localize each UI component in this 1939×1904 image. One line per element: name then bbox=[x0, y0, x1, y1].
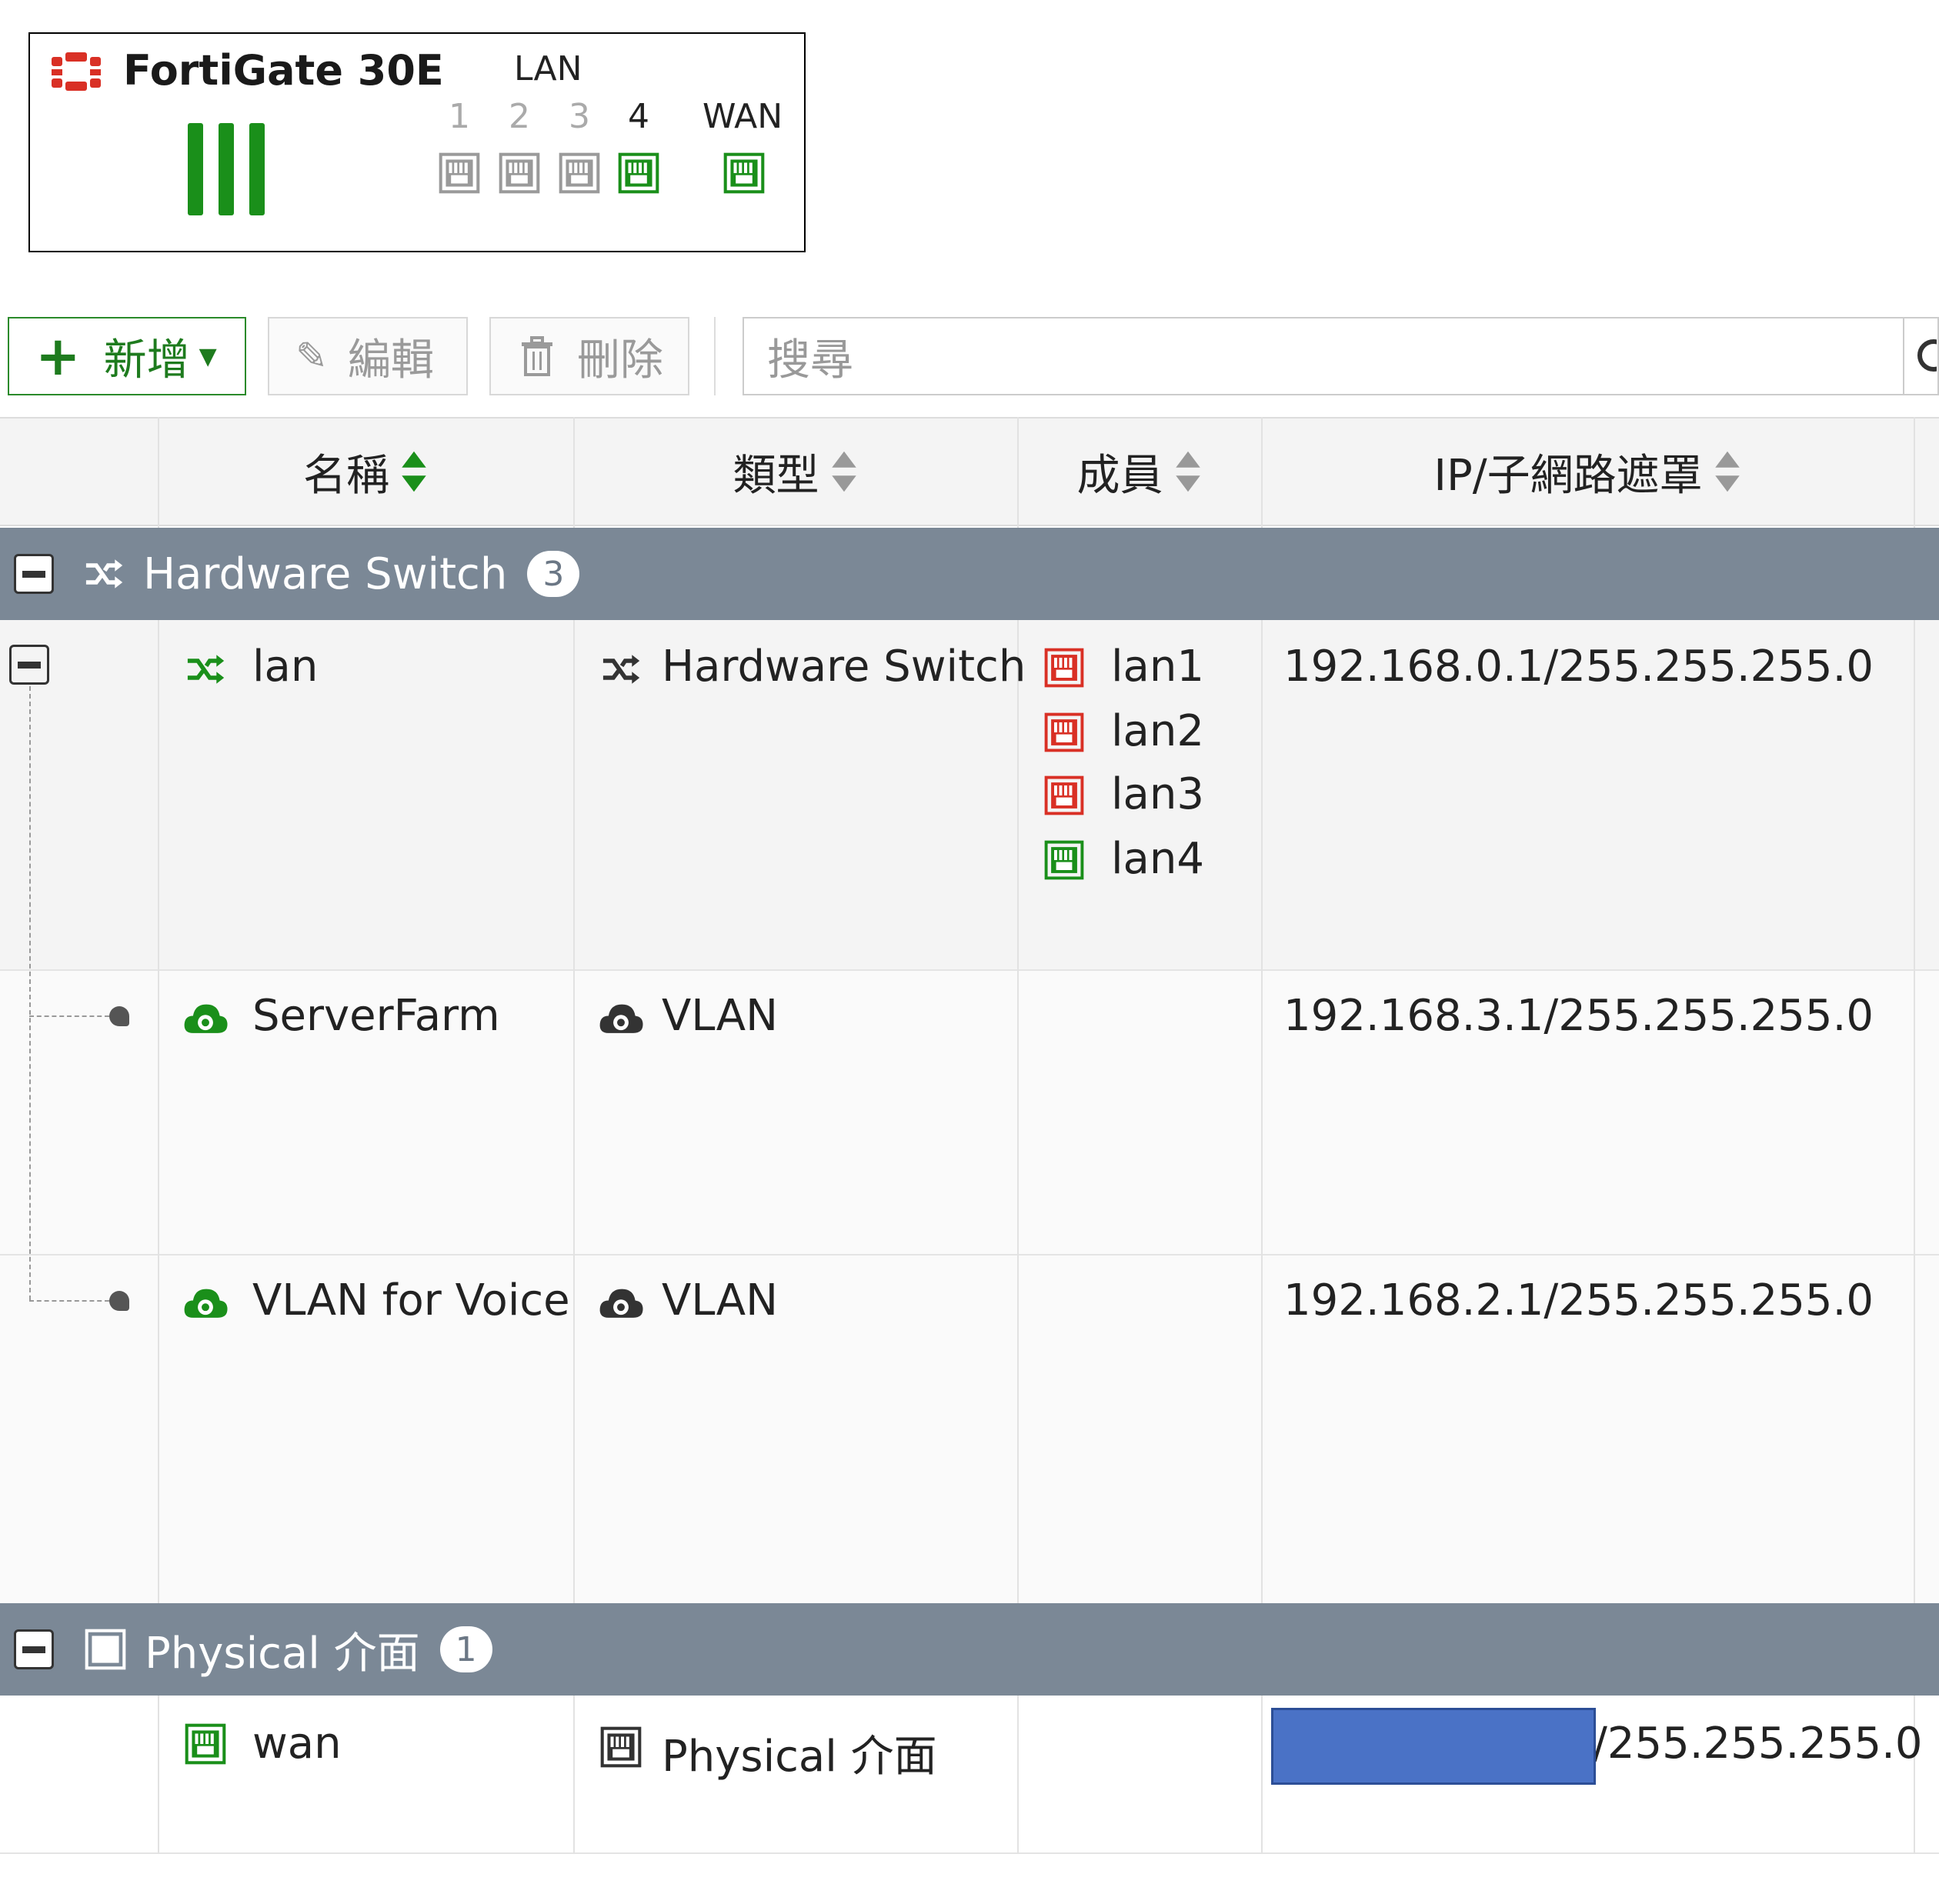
port-number-1: 1 bbox=[449, 97, 470, 136]
delete-button[interactable]: 刪除 bbox=[489, 317, 689, 395]
member-port: lan2 bbox=[1111, 706, 1204, 756]
interface-name[interactable]: wan bbox=[252, 1719, 342, 1769]
status-bar-icon bbox=[188, 123, 203, 215]
member-port: lan3 bbox=[1111, 769, 1204, 819]
vlan-cloud-icon bbox=[597, 1283, 645, 1322]
port-up-icon bbox=[1044, 840, 1084, 880]
interface-type: VLAN bbox=[662, 991, 778, 1041]
vlan-cloud-icon bbox=[597, 999, 645, 1037]
hardware-switch-icon bbox=[80, 557, 128, 591]
search-placeholder: 搜尋 bbox=[767, 335, 853, 385]
search-icon bbox=[1917, 339, 1937, 372]
sort-icon bbox=[1174, 450, 1202, 493]
fortinet-logo-icon bbox=[52, 52, 101, 91]
column-header-label: 類型 bbox=[733, 450, 819, 501]
column-header-type[interactable]: 類型 bbox=[573, 417, 1017, 526]
tree-line bbox=[29, 686, 31, 1300]
port-number-4: 4 bbox=[628, 97, 649, 136]
port-2-icon[interactable] bbox=[499, 152, 540, 194]
ip-netmask: /255.255.255.0 bbox=[1593, 1719, 1923, 1769]
tree-node-icon bbox=[109, 1291, 129, 1311]
redacted-ip-block bbox=[1271, 1708, 1596, 1785]
collapse-icon[interactable] bbox=[14, 554, 54, 594]
trash-icon bbox=[522, 336, 552, 376]
group-header-hardware-switch[interactable]: Hardware Switch 3 bbox=[0, 528, 1939, 620]
pencil-icon: ✎ bbox=[295, 334, 328, 378]
member-port: lan4 bbox=[1111, 834, 1204, 884]
interface-name[interactable]: lan bbox=[252, 642, 318, 692]
sort-icon bbox=[1714, 450, 1741, 493]
tree-node-icon bbox=[109, 1006, 129, 1026]
sort-icon bbox=[830, 450, 858, 493]
tree-line bbox=[29, 1015, 109, 1017]
ip-netmask: 192.168.3.1/255.255.255.0 bbox=[1283, 991, 1874, 1041]
physical-port-icon bbox=[85, 1629, 126, 1670]
vlan-cloud-icon bbox=[182, 999, 229, 1037]
hardware-switch-icon bbox=[597, 652, 645, 686]
ip-netmask: 192.168.2.1/255.255.255.0 bbox=[1283, 1275, 1874, 1325]
group-header-physical[interactable]: Physical 介面 1 bbox=[0, 1603, 1939, 1696]
group-title: Hardware Switch bbox=[143, 549, 508, 599]
interface-name[interactable]: VLAN for Voice bbox=[252, 1275, 570, 1325]
interface-name[interactable]: ServerFarm bbox=[252, 991, 500, 1041]
port-1-icon[interactable] bbox=[439, 152, 480, 194]
column-header-label: IP/子網路遮罩 bbox=[1433, 450, 1703, 501]
port-4-icon[interactable] bbox=[618, 152, 659, 194]
ip-netmask: 192.168.0.1/255.255.255.0 bbox=[1283, 642, 1874, 692]
port-up-icon bbox=[185, 1723, 226, 1765]
count-badge: 1 bbox=[439, 1626, 492, 1672]
column-header-name[interactable]: 名稱 bbox=[158, 417, 573, 526]
status-bar-icon bbox=[249, 123, 265, 215]
column-header-members[interactable]: 成員 bbox=[1017, 417, 1261, 526]
plus-icon: + bbox=[35, 325, 81, 388]
port-3-icon[interactable] bbox=[559, 152, 600, 194]
tree-line bbox=[29, 1300, 109, 1302]
port-number-3: 3 bbox=[569, 97, 590, 136]
column-header-label: 成員 bbox=[1076, 450, 1163, 501]
interface-type: Hardware Switch bbox=[662, 642, 1026, 692]
edit-button-label: 編輯 bbox=[347, 335, 434, 385]
status-bar-icon bbox=[219, 123, 234, 215]
search-input[interactable]: 搜尋 bbox=[743, 317, 1904, 395]
port-number-2: 2 bbox=[509, 97, 530, 136]
delete-button-label: 刪除 bbox=[577, 335, 663, 385]
port-down-icon bbox=[1044, 775, 1084, 815]
collapse-icon[interactable] bbox=[14, 1629, 54, 1669]
hardware-switch-icon bbox=[182, 652, 229, 686]
group-title: Physical 介面 bbox=[145, 1628, 420, 1679]
collapse-icon[interactable] bbox=[9, 645, 49, 685]
column-header-ip[interactable]: IP/子網路遮罩 bbox=[1261, 417, 1914, 526]
lan-ports-label: LAN bbox=[514, 49, 582, 88]
physical-port-icon bbox=[600, 1726, 642, 1768]
vlan-cloud-icon bbox=[182, 1283, 229, 1322]
wan-port-icon[interactable] bbox=[723, 152, 765, 194]
wan-port-label: WAN bbox=[703, 97, 783, 136]
column-header-label: 名稱 bbox=[303, 450, 389, 501]
toolbar-divider bbox=[714, 317, 716, 395]
add-button[interactable]: + 新增 ▼ bbox=[8, 317, 246, 395]
search-button[interactable] bbox=[1904, 317, 1939, 395]
interface-type: VLAN bbox=[662, 1275, 778, 1325]
add-button-label: 新增 bbox=[103, 335, 190, 385]
edit-button[interactable]: ✎ 編輯 bbox=[268, 317, 468, 395]
sort-icon bbox=[400, 450, 428, 493]
caret-down-icon: ▼ bbox=[199, 342, 217, 370]
member-port: lan1 bbox=[1111, 642, 1204, 692]
port-down-icon bbox=[1044, 712, 1084, 752]
device-model: FortiGate 30E bbox=[123, 46, 444, 95]
port-down-icon bbox=[1044, 648, 1084, 688]
count-badge: 3 bbox=[527, 551, 580, 597]
interface-type: Physical 介面 bbox=[662, 1732, 937, 1782]
